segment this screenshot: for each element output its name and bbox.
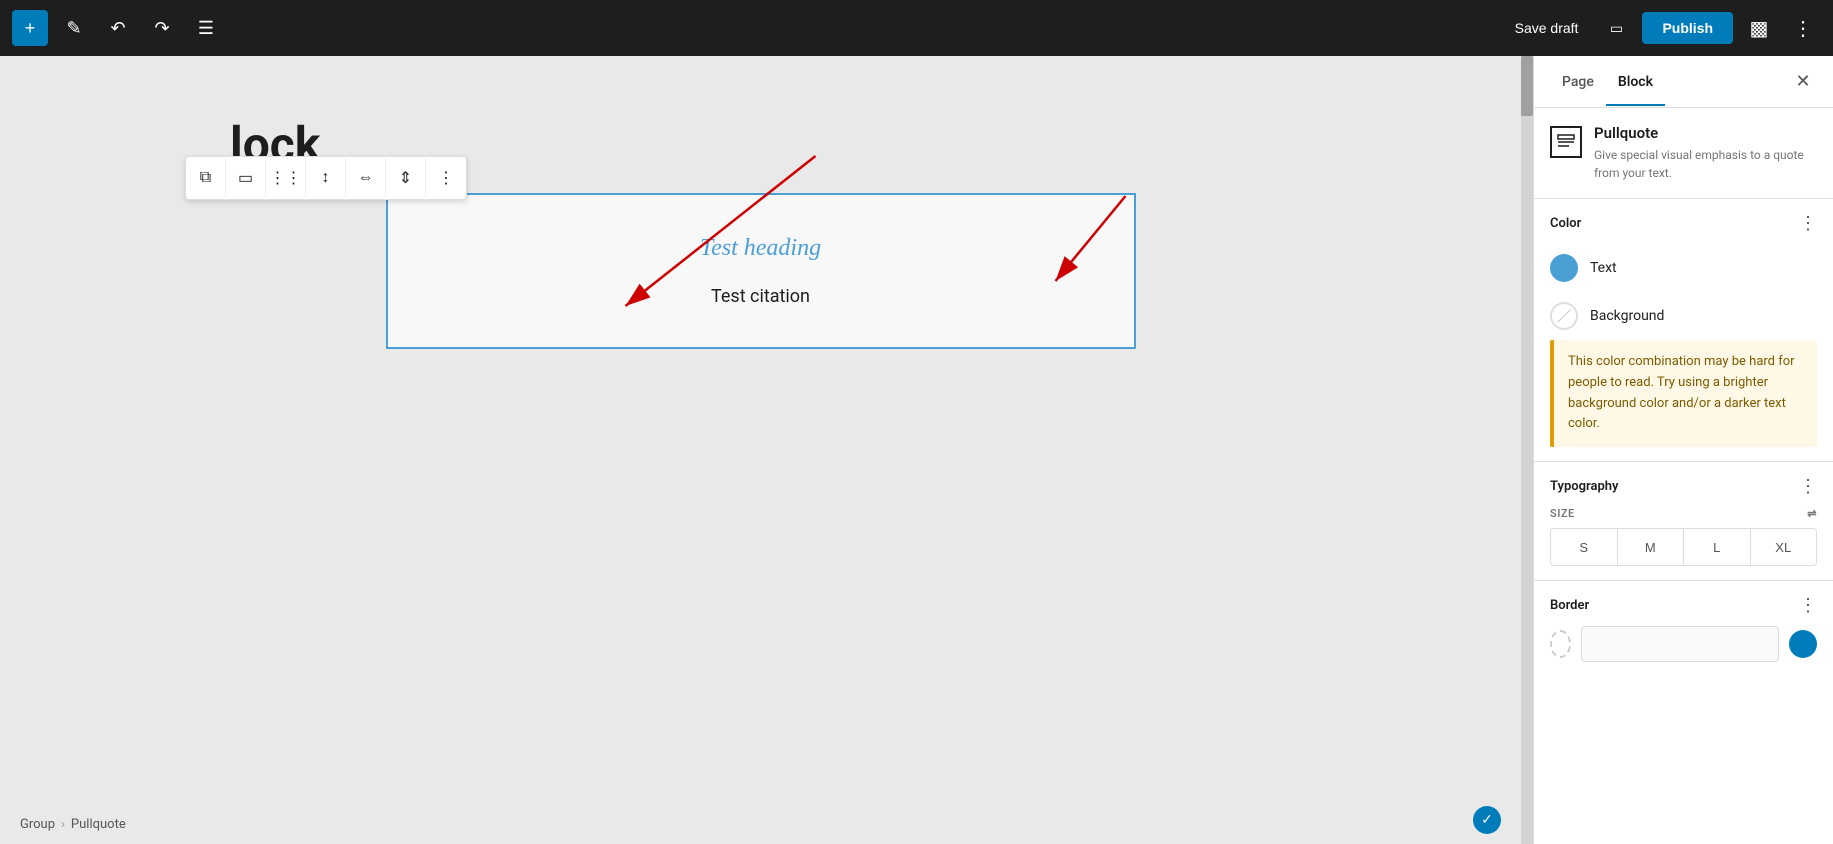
align-center-icon: ⇕ [399,168,412,188]
breadcrumb-group: Group [20,817,55,832]
typography-section-title: Typography [1550,479,1619,494]
border-color-empty-swatch[interactable] [1550,630,1571,658]
color-more-button[interactable]: ⋮ [1799,213,1817,234]
size-section: SIZE ⇌ S M L XL [1534,507,1833,580]
undo-icon: ↶ [110,18,125,39]
breadcrumb: Group › Pullquote [20,817,126,832]
block-move-button[interactable]: ↕ [306,156,346,200]
align-left-icon: ⇔ [358,169,374,187]
redo-icon: ↷ [154,18,169,39]
tab-block[interactable]: Block [1606,58,1665,106]
color-warning: This color combination may be hard for p… [1550,340,1817,447]
color-background-label: Background [1590,308,1664,324]
border-section: Border ⋮ [1534,581,1833,676]
warning-text: This color combination may be hard for p… [1568,352,1803,435]
preview-button[interactable]: ▭ [1598,10,1634,46]
typography-section: Typography ⋮ SIZE ⇌ S M L XL [1534,462,1833,581]
block-layout-button[interactable]: ▭ [226,156,266,200]
block-description: Give special visual emphasis to a quote … [1594,146,1817,182]
block-toolbar: ⧉ ▭ ⋮⋮ ↕ ⇔ ⇕ ⋮ [185,156,467,200]
arrows-icon: ↕ [322,169,330,187]
size-l-button[interactable]: L [1684,529,1751,565]
border-accent-swatch[interactable] [1789,630,1817,658]
border-section-header: Border ⋮ [1534,581,1833,626]
border-width-input[interactable] [1581,626,1779,662]
undo-button[interactable]: ↶ [100,10,136,46]
main-layout: ⧉ ▭ ⋮⋮ ↕ ⇔ ⇕ ⋮ lock [0,56,1833,844]
block-align-left-button[interactable]: ⇔ [346,156,386,200]
drag-icon: ⋮⋮ [270,168,302,188]
color-section-title: Color [1550,216,1581,231]
sidebar-tabs: Page Block ✕ [1534,56,1833,108]
color-text-label: Text [1590,260,1617,276]
pen-icon: ✎ [66,18,81,39]
typography-section-header: Typography ⋮ [1534,462,1833,507]
size-xl-button[interactable]: XL [1751,529,1817,565]
block-type-icon [1550,126,1582,158]
breadcrumb-separator: › [61,817,65,832]
layout-icon: ▭ [238,168,253,188]
pen-button[interactable]: ✎ [56,10,92,46]
sidebar-close-button[interactable]: ✕ [1789,68,1817,96]
color-section: Color ⋮ Text Background This color combi… [1534,199,1833,462]
menu-button[interactable]: ☰ [188,10,224,46]
color-section-header: Color ⋮ [1534,199,1833,244]
menu-icon: ☰ [198,18,214,39]
block-more-icon: ⋮ [438,168,454,188]
copy-icon: ⧉ [200,169,211,187]
right-sidebar: Page Block ✕ Pullquote Give special visu… [1533,56,1833,844]
redo-button[interactable]: ↷ [144,10,180,46]
auto-save-indicator: ✓ [1473,806,1501,834]
editor-area: ⧉ ▭ ⋮⋮ ↕ ⇔ ⇕ ⋮ lock [0,56,1521,844]
border-controls [1534,626,1833,676]
text-color-swatch [1550,254,1578,282]
close-icon: ✕ [1795,71,1810,92]
breadcrumb-pullquote: Pullquote [71,817,126,832]
border-section-title: Border [1550,598,1589,613]
settings-button[interactable]: ▩ [1741,10,1777,46]
color-option-text[interactable]: Text [1534,244,1833,292]
size-label-text: SIZE [1550,507,1575,520]
block-copy-button[interactable]: ⧉ [186,156,226,200]
block-more-button[interactable]: ⋮ [426,156,466,200]
size-filter-icon: ⇌ [1807,507,1817,520]
pullquote-citation[interactable]: Test citation [711,286,810,307]
pullquote-block[interactable]: Test heading Test citation [386,193,1136,349]
add-block-button[interactable]: + [12,10,48,46]
size-m-button[interactable]: M [1618,529,1685,565]
editor-scrollbar[interactable] [1521,56,1533,844]
size-buttons: S M L XL [1550,528,1817,566]
scrollbar-thumb[interactable] [1521,56,1533,116]
tab-page[interactable]: Page [1550,58,1606,106]
save-draft-button[interactable]: Save draft [1503,12,1591,44]
block-name: Pullquote [1594,124,1817,142]
publish-button[interactable]: Publish [1642,12,1733,44]
block-info-section: Pullquote Give special visual emphasis t… [1534,108,1833,199]
block-drag-handle[interactable]: ⋮⋮ [266,156,306,200]
top-toolbar: + ✎ ↶ ↷ ☰ Save draft ▭ Publish ▩ ⋮ [0,0,1833,56]
size-s-button[interactable]: S [1551,529,1618,565]
add-icon: + [25,18,36,39]
color-option-background[interactable]: Background [1534,292,1833,340]
block-align-center-button[interactable]: ⇕ [386,156,426,200]
border-more-button[interactable]: ⋮ [1799,595,1817,616]
more-icon: ⋮ [1793,16,1813,41]
pullquote-heading[interactable]: Test heading [700,235,821,262]
settings-icon: ▩ [1750,16,1769,41]
typography-more-button[interactable]: ⋮ [1799,476,1817,497]
toolbar-more-button[interactable]: ⋮ [1785,10,1821,46]
background-color-swatch [1550,302,1578,330]
check-icon: ✓ [1481,812,1493,828]
